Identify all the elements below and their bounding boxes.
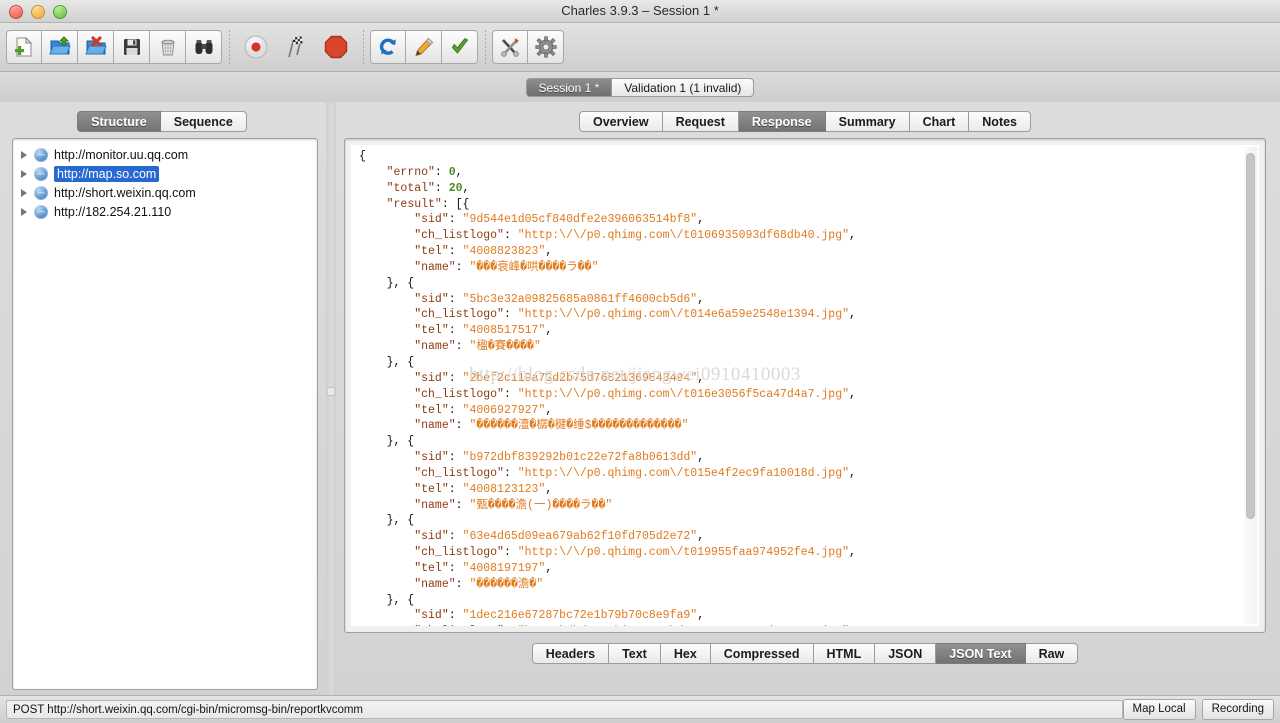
session-tab-session-1[interactable]: Session 1 * <box>525 77 613 97</box>
globe-icon <box>34 185 48 200</box>
json-code: { "errno": 0, "total": 20, "result": [{ … <box>359 150 856 626</box>
format-tab-raw[interactable]: Raw <box>1025 643 1079 664</box>
disclosure-triangle-icon[interactable] <box>21 150 27 159</box>
status-bar: POST http://short.weixin.qq.com/cgi-bin/… <box>0 695 1280 723</box>
save-session-button[interactable] <box>114 30 150 64</box>
toolbar-group-actions <box>370 30 478 64</box>
charles-main-window: Charles 3.9.3 – Session 1 * Session 1 * … <box>0 0 1280 723</box>
repeat-button[interactable] <box>370 30 406 64</box>
main-content-area: Structure Sequence http://monitor.uu.qq.… <box>0 102 1280 696</box>
tab-notes[interactable]: Notes <box>969 110 1032 132</box>
open-session-button[interactable] <box>42 30 78 64</box>
disclosure-triangle-icon[interactable] <box>21 188 27 197</box>
session-tab-bar: Session 1 * Validation 1 (1 invalid) <box>0 72 1280 102</box>
json-text-view[interactable]: { "errno": 0, "total": 20, "result": [{ … <box>351 145 1243 626</box>
recording-button[interactable]: Recording <box>1201 699 1274 720</box>
format-tab-json[interactable]: JSON <box>875 643 937 664</box>
find-button[interactable] <box>186 30 222 64</box>
format-tab-compressed[interactable]: Compressed <box>710 643 814 664</box>
green-check-icon <box>451 37 468 54</box>
scrollbar-thumb[interactable] <box>1246 153 1255 519</box>
tree-item-url: http://short.weixin.qq.com <box>54 185 196 200</box>
tab-chart[interactable]: Chart <box>909 110 970 132</box>
tab-structure[interactable]: Structure <box>77 110 161 132</box>
toolbar-separator-3 <box>478 30 492 64</box>
globe-icon <box>34 166 48 181</box>
format-tab-headers[interactable]: Headers <box>531 643 610 664</box>
tab-sequence[interactable]: Sequence <box>160 110 247 132</box>
start-recording-button[interactable] <box>236 30 276 64</box>
disclosure-triangle-icon[interactable] <box>21 207 27 216</box>
toolbar-group-file <box>6 30 222 64</box>
session-tab-validation-1[interactable]: Validation 1 (1 invalid) <box>612 77 755 97</box>
clear-session-button[interactable] <box>150 30 186 64</box>
title-bar: Charles 3.9.3 – Session 1 * <box>0 0 1280 23</box>
right-panel-tabs: Overview Request Response Summary Chart … <box>344 110 1266 132</box>
close-folder-icon <box>84 36 107 55</box>
stop-octagon-icon <box>324 35 348 59</box>
format-tab-html[interactable]: HTML <box>813 643 876 664</box>
gear-icon <box>534 36 557 58</box>
close-session-button[interactable] <box>78 30 114 64</box>
new-session-button[interactable] <box>6 30 42 64</box>
tree-item-url: http://182.254.21.110 <box>54 204 172 219</box>
toolbar-separator-1 <box>222 30 236 64</box>
map-local-button[interactable]: Map Local <box>1122 699 1196 720</box>
open-folder-icon <box>48 36 71 55</box>
trash-icon <box>160 39 175 56</box>
response-body-inner: { "errno": 0, "total": 20, "result": [{ … <box>351 145 1259 626</box>
compose-edit-button[interactable] <box>406 30 442 64</box>
host-tree[interactable]: http://monitor.uu.qq.com http://map.so.c… <box>12 138 318 690</box>
tree-row[interactable]: http://monitor.uu.qq.com <box>13 145 317 164</box>
tab-summary[interactable]: Summary <box>825 110 910 132</box>
throttle-button[interactable] <box>276 30 316 64</box>
left-panel-tabs: Structure Sequence <box>12 110 318 132</box>
splitter-bar[interactable] <box>326 102 336 696</box>
format-tab-json-text[interactable]: JSON Text <box>936 643 1026 664</box>
response-body-viewer: { "errno": 0, "total": 20, "result": [{ … <box>344 138 1266 633</box>
tree-item-url: http://map.so.com <box>54 165 160 182</box>
splitter-grip-icon[interactable] <box>327 388 335 395</box>
response-vertical-scrollbar[interactable] <box>1244 147 1257 624</box>
record-button-icon <box>244 35 268 59</box>
tree-row[interactable]: http://short.weixin.qq.com <box>13 183 317 202</box>
format-tab-text[interactable]: Text <box>609 643 661 664</box>
tools-wrench-screwdriver-icon <box>501 38 519 57</box>
status-url-text: POST http://short.weixin.qq.com/cgi-bin/… <box>6 700 1123 719</box>
floppy-save-icon <box>123 39 140 55</box>
tree-row[interactable]: http://182.254.21.110 <box>13 202 317 221</box>
panel-splitter[interactable] <box>318 102 344 696</box>
globe-icon <box>34 204 48 219</box>
toolbar-group-record <box>236 30 356 64</box>
tools-button[interactable] <box>492 30 528 64</box>
settings-button[interactable] <box>528 30 564 64</box>
globe-icon <box>34 147 48 162</box>
response-format-tabs: Headers Text Hex Compressed HTML JSON JS… <box>344 643 1266 664</box>
refresh-arrows-icon <box>379 38 396 55</box>
stop-button[interactable] <box>316 30 356 64</box>
format-tab-hex[interactable]: Hex <box>660 643 711 664</box>
pencil-icon <box>414 37 433 57</box>
new-document-icon <box>15 36 33 57</box>
main-toolbar <box>0 23 1280 72</box>
window-title: Charles 3.9.3 – Session 1 * <box>561 3 719 18</box>
validate-button[interactable] <box>442 30 478 64</box>
disclosure-triangle-icon[interactable] <box>21 169 27 178</box>
binoculars-icon <box>195 40 212 54</box>
tab-overview[interactable]: Overview <box>578 110 663 132</box>
right-panel: Overview Request Response Summary Chart … <box>344 102 1280 696</box>
tree-item-url: http://monitor.uu.qq.com <box>54 147 189 162</box>
tree-row[interactable]: http://map.so.com <box>13 164 317 183</box>
left-panel: Structure Sequence http://monitor.uu.qq.… <box>0 102 318 696</box>
tab-request[interactable]: Request <box>662 110 739 132</box>
tab-response[interactable]: Response <box>738 110 826 132</box>
toolbar-group-tools <box>492 30 564 64</box>
toolbar-separator-2 <box>356 30 370 64</box>
checkered-flags-icon <box>288 36 303 58</box>
